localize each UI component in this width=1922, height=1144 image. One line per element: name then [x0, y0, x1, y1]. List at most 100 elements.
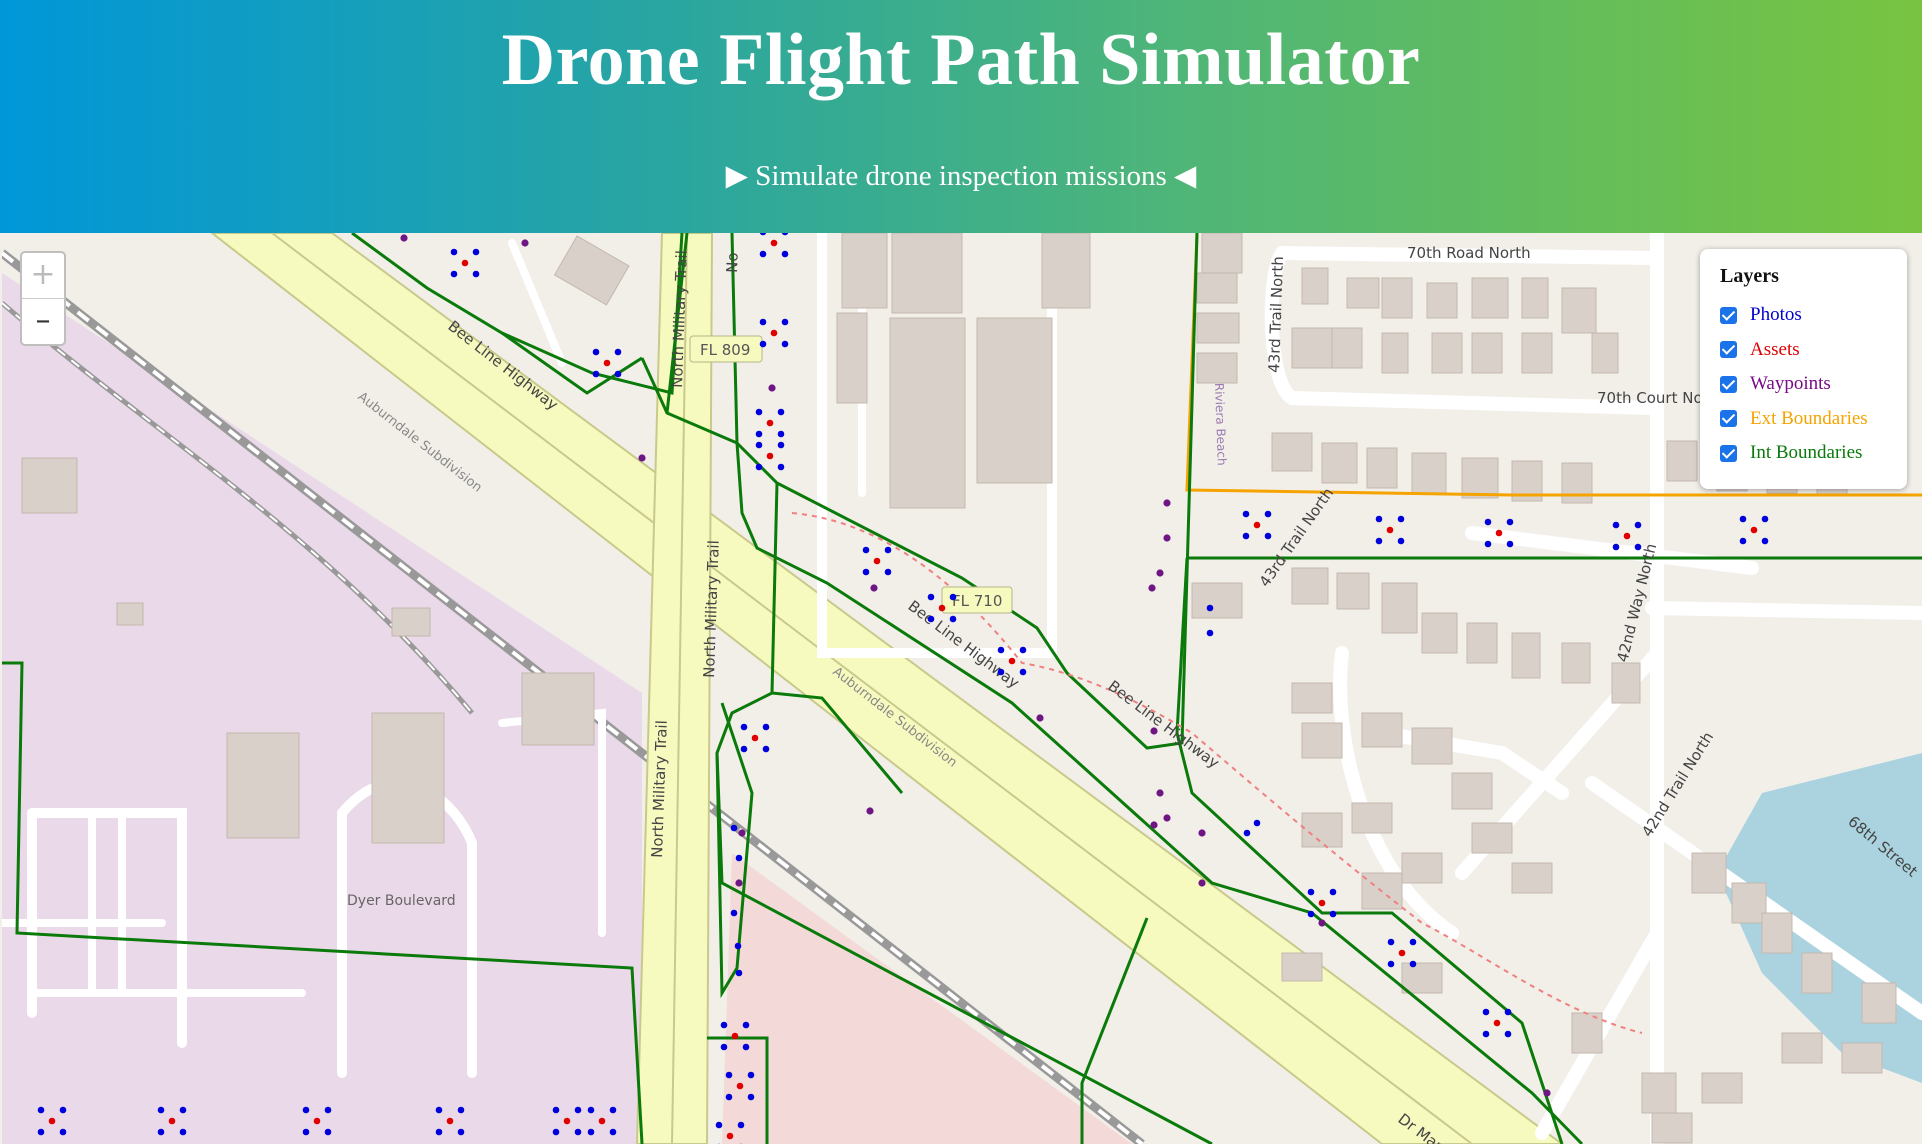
asset-marker[interactable]: [766, 452, 774, 460]
photo-marker[interactable]: [592, 370, 600, 378]
asset-marker[interactable]: [731, 1032, 739, 1040]
waypoint-marker[interactable]: [1148, 584, 1156, 592]
layer-toggle-int-boundaries[interactable]: Int Boundaries: [1720, 436, 1887, 471]
photo-marker[interactable]: [1242, 532, 1250, 540]
photo-marker[interactable]: [59, 1106, 67, 1114]
waypoint-marker[interactable]: [1198, 879, 1206, 887]
photo-marker[interactable]: [1612, 543, 1620, 551]
photo-marker[interactable]: [762, 745, 770, 753]
photo-marker[interactable]: [1504, 1030, 1512, 1038]
photo-marker[interactable]: [1612, 521, 1620, 529]
photo-marker[interactable]: [949, 615, 957, 623]
photo-marker[interactable]: [759, 250, 767, 258]
photo-marker[interactable]: [1387, 938, 1395, 946]
photo-marker[interactable]: [1482, 1008, 1490, 1016]
photo-marker[interactable]: [1206, 604, 1214, 612]
photo-marker[interactable]: [997, 668, 1005, 676]
photo-marker[interactable]: [725, 1093, 733, 1101]
asset-marker[interactable]: [168, 1117, 176, 1125]
photo-marker[interactable]: [1739, 537, 1747, 545]
photo-marker[interactable]: [179, 1128, 187, 1136]
photo-marker[interactable]: [755, 408, 763, 416]
photo-marker[interactable]: [157, 1128, 165, 1136]
photo-marker[interactable]: [1761, 515, 1769, 523]
asset-marker[interactable]: [1398, 949, 1406, 957]
waypoint-marker[interactable]: [1163, 814, 1171, 822]
waypoint-marker[interactable]: [1163, 534, 1171, 542]
photo-marker[interactable]: [1375, 537, 1383, 545]
waypoint-marker[interactable]: [1036, 714, 1044, 722]
waypoint-marker[interactable]: [521, 239, 529, 247]
photo-marker[interactable]: [1264, 510, 1272, 518]
photo-marker[interactable]: [1409, 938, 1417, 946]
map-view[interactable]: Bee Line Highway Bee Line Highway Bee Li…: [2, 233, 1922, 1144]
photo-marker[interactable]: [302, 1106, 310, 1114]
photo-marker[interactable]: [777, 430, 785, 438]
photo-marker[interactable]: [1243, 829, 1251, 837]
waypoint-marker[interactable]: [638, 454, 646, 462]
asset-marker[interactable]: [1495, 529, 1503, 537]
photo-marker[interactable]: [1482, 1030, 1490, 1038]
photo-marker[interactable]: [592, 348, 600, 356]
waypoint-marker[interactable]: [1150, 821, 1158, 829]
photo-marker[interactable]: [1397, 537, 1405, 545]
photo-marker[interactable]: [730, 909, 738, 917]
photo-marker[interactable]: [457, 1106, 465, 1114]
photo-marker[interactable]: [997, 646, 1005, 654]
photo-marker[interactable]: [1264, 532, 1272, 540]
photo-marker[interactable]: [1504, 1008, 1512, 1016]
photo-marker[interactable]: [927, 615, 935, 623]
layer-toggle-assets[interactable]: Assets: [1720, 333, 1887, 368]
asset-marker[interactable]: [770, 239, 778, 247]
asset-marker[interactable]: [1008, 657, 1016, 665]
zoom-out-button[interactable]: –: [22, 299, 64, 344]
photo-marker[interactable]: [552, 1128, 560, 1136]
photo-marker[interactable]: [1484, 540, 1492, 548]
photo-marker[interactable]: [781, 318, 789, 326]
photo-marker[interactable]: [735, 854, 743, 862]
photo-marker[interactable]: [1307, 888, 1315, 896]
asset-marker[interactable]: [1493, 1019, 1501, 1027]
asset-marker[interactable]: [1623, 532, 1631, 540]
photo-marker[interactable]: [587, 1128, 595, 1136]
asset-marker[interactable]: [873, 557, 881, 565]
map-canvas[interactable]: Bee Line Highway Bee Line Highway Bee Li…: [2, 233, 1922, 1144]
waypoint-marker[interactable]: [1543, 1089, 1551, 1097]
asset-marker[interactable]: [603, 359, 611, 367]
photo-marker[interactable]: [1484, 518, 1492, 526]
photo-marker[interactable]: [37, 1106, 45, 1114]
layer-toggle-waypoints[interactable]: Waypoints: [1720, 367, 1887, 402]
photo-marker[interactable]: [614, 348, 622, 356]
photo-marker[interactable]: [587, 1106, 595, 1114]
asset-marker[interactable]: [598, 1117, 606, 1125]
photo-marker[interactable]: [777, 441, 785, 449]
photo-marker[interactable]: [725, 1071, 733, 1079]
photo-marker[interactable]: [1307, 910, 1315, 918]
asset-marker[interactable]: [1750, 526, 1758, 534]
photo-marker[interactable]: [1375, 515, 1383, 523]
photo-marker[interactable]: [755, 430, 763, 438]
photo-marker[interactable]: [1329, 888, 1337, 896]
photo-marker[interactable]: [777, 408, 785, 416]
photo-marker[interactable]: [59, 1128, 67, 1136]
photo-marker[interactable]: [450, 248, 458, 256]
photo-marker[interactable]: [735, 969, 743, 977]
photo-marker[interactable]: [457, 1128, 465, 1136]
photo-marker[interactable]: [862, 568, 870, 576]
photo-marker[interactable]: [1397, 515, 1405, 523]
photo-marker[interactable]: [37, 1128, 45, 1136]
waypoint-marker[interactable]: [738, 829, 746, 837]
photo-marker[interactable]: [1634, 543, 1642, 551]
waypoint-marker[interactable]: [1163, 499, 1171, 507]
photos-checkbox[interactable]: [1720, 306, 1737, 324]
photo-marker[interactable]: [302, 1128, 310, 1136]
photo-marker[interactable]: [609, 1106, 617, 1114]
photo-marker[interactable]: [1409, 960, 1417, 968]
photo-marker[interactable]: [324, 1106, 332, 1114]
photo-marker[interactable]: [1329, 910, 1337, 918]
waypoint-marker[interactable]: [768, 384, 776, 392]
layer-toggle-photos[interactable]: Photos: [1720, 298, 1887, 333]
photo-marker[interactable]: [755, 463, 763, 471]
photo-marker[interactable]: [1206, 629, 1214, 637]
asset-marker[interactable]: [313, 1117, 321, 1125]
